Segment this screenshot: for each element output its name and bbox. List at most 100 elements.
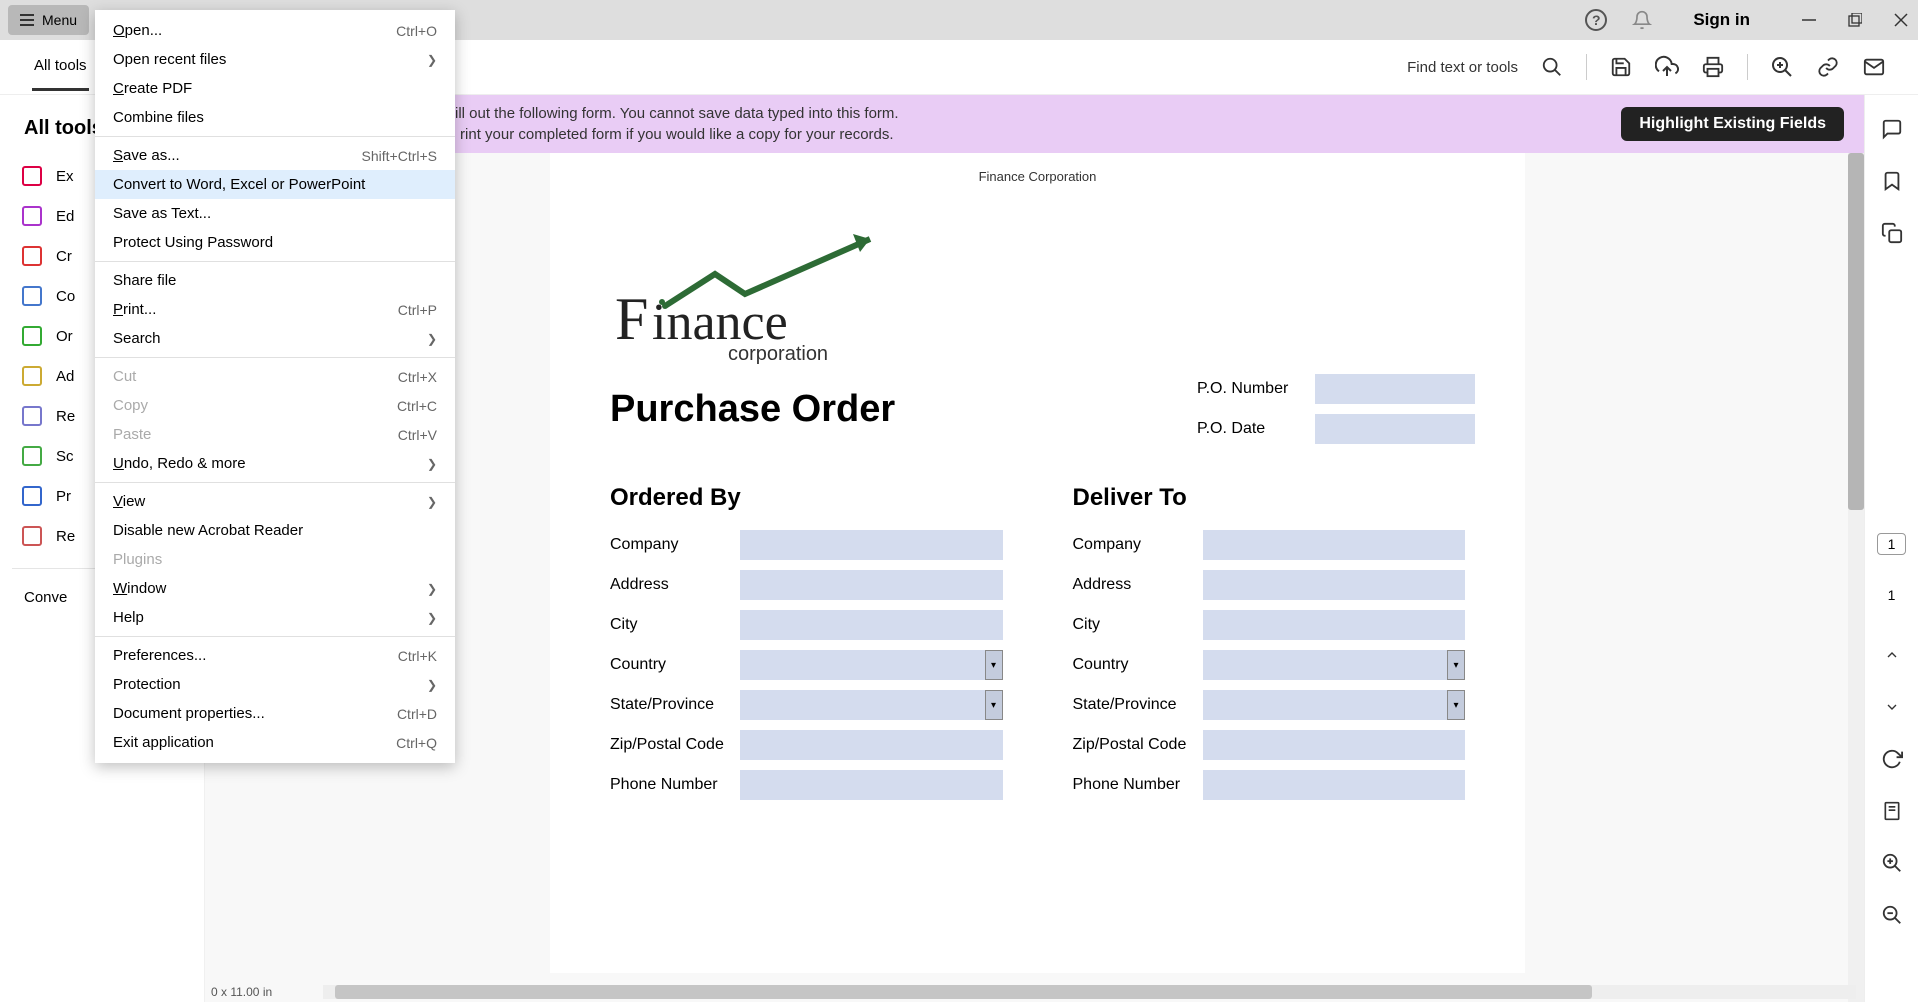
page-dimensions: 0 x 11.00 in: [205, 985, 315, 999]
print-icon[interactable]: [1701, 55, 1725, 79]
menu-shortcut: Ctrl+O: [396, 23, 437, 39]
ob-city-field[interactable]: [740, 610, 1003, 640]
menu-item-exit-application[interactable]: Exit applicationCtrl+Q: [95, 728, 455, 757]
ob-company-field[interactable]: [740, 530, 1003, 560]
page-up-icon[interactable]: [1880, 643, 1904, 667]
menu-item-label: Create PDF: [113, 80, 437, 97]
menu-item-label: Share file: [113, 272, 437, 289]
menu-item-share-file[interactable]: Share file: [95, 266, 455, 295]
tool-label: Cr: [56, 248, 72, 265]
page-number-input[interactable]: 1: [1877, 533, 1907, 555]
dt-city-field[interactable]: [1203, 610, 1466, 640]
menu-item-window[interactable]: Window❯: [95, 574, 455, 603]
page-fit-icon[interactable]: [1880, 799, 1904, 823]
dt-address-field[interactable]: [1203, 570, 1466, 600]
tool-icon: [22, 526, 42, 546]
menu-item-label: Preferences...: [113, 647, 398, 664]
po-date-field[interactable]: [1315, 414, 1475, 444]
menu-item-view[interactable]: View❯: [95, 487, 455, 516]
chevron-right-icon: ❯: [427, 678, 437, 692]
mail-icon[interactable]: [1862, 55, 1886, 79]
comment-icon[interactable]: [1880, 117, 1904, 141]
menu-item-save-as-text[interactable]: Save as Text...: [95, 199, 455, 228]
menu-item-preferences[interactable]: Preferences...Ctrl+K: [95, 641, 455, 670]
ob-address-field[interactable]: [740, 570, 1003, 600]
dt-phone-field[interactable]: [1203, 770, 1466, 800]
tool-label: Sc: [56, 448, 74, 465]
signin-link[interactable]: Sign in: [1693, 10, 1750, 30]
menu-item-open[interactable]: Open...Ctrl+O: [95, 16, 455, 45]
ob-zip-field[interactable]: [740, 730, 1003, 760]
ordered-by-title: Ordered By: [610, 484, 1003, 512]
hamburger-icon: [20, 14, 34, 26]
po-number-field[interactable]: [1315, 374, 1475, 404]
pdf-page: Finance Corporation F inance corporation…: [550, 153, 1525, 973]
dt-state-select[interactable]: ▾: [1203, 690, 1466, 720]
chevron-right-icon: ❯: [427, 457, 437, 471]
chevron-right-icon: ❯: [427, 611, 437, 625]
dt-zip-field[interactable]: [1203, 730, 1466, 760]
menu-item-label: Paste: [113, 426, 398, 443]
company-logo: F inance corporation: [610, 234, 1465, 364]
menu-item-combine-files[interactable]: Combine files: [95, 103, 455, 132]
menu-item-label: Open recent files: [113, 51, 427, 68]
zoom-plus-icon[interactable]: [1770, 55, 1794, 79]
menu-item-search[interactable]: Search❯: [95, 324, 455, 353]
menu-item-document-properties[interactable]: Document properties...Ctrl+D: [95, 699, 455, 728]
chevron-down-icon: ▾: [985, 650, 1003, 680]
po-number-label: P.O. Number: [1197, 380, 1297, 398]
maximize-icon[interactable]: [1846, 11, 1864, 29]
menu-item-save-as[interactable]: Save as...Shift+Ctrl+S: [95, 141, 455, 170]
chevron-right-icon: ❯: [427, 332, 437, 346]
menu-shortcut: Ctrl+X: [398, 369, 437, 385]
tab-all-tools[interactable]: All tools: [32, 43, 89, 91]
search-icon[interactable]: [1540, 55, 1564, 79]
doc-company-header: Finance Corporation: [610, 169, 1465, 184]
menu-shortcut: Ctrl+P: [398, 302, 437, 318]
deliver-to-title: Deliver To: [1073, 484, 1466, 512]
ob-phone-field[interactable]: [740, 770, 1003, 800]
dt-company-field[interactable]: [1203, 530, 1466, 560]
ob-country-select[interactable]: ▾: [740, 650, 1003, 680]
menu-item-disable-new-acrobat-reader[interactable]: Disable new Acrobat Reader: [95, 516, 455, 545]
menu-item-label: Convert to Word, Excel or PowerPoint: [113, 176, 437, 193]
zoom-in-icon[interactable]: [1880, 851, 1904, 875]
link-icon[interactable]: [1816, 55, 1840, 79]
copy-icon[interactable]: [1880, 221, 1904, 245]
menu-item-protect-using-password[interactable]: Protect Using Password: [95, 228, 455, 257]
vertical-scrollbar[interactable]: [1848, 153, 1864, 1002]
rotate-icon[interactable]: [1880, 747, 1904, 771]
page-down-icon[interactable]: [1880, 695, 1904, 719]
bell-icon[interactable]: [1629, 7, 1655, 33]
menu-item-print[interactable]: Print...Ctrl+P: [95, 295, 455, 324]
menu-item-label: Help: [113, 609, 427, 626]
menu-shortcut: Shift+Ctrl+S: [362, 148, 437, 164]
help-icon[interactable]: ?: [1583, 7, 1609, 33]
upload-cloud-icon[interactable]: [1655, 55, 1679, 79]
tool-label: Ad: [56, 368, 74, 385]
svg-text:corporation: corporation: [728, 343, 828, 364]
menu-item-undo-redo-more[interactable]: Undo, Redo & more❯: [95, 449, 455, 478]
menu-item-help[interactable]: Help❯: [95, 603, 455, 632]
warn-line2: rint your completed form if you would li…: [455, 124, 899, 145]
menu-item-create-pdf[interactable]: Create PDF: [95, 74, 455, 103]
close-icon[interactable]: [1892, 11, 1910, 29]
minimize-icon[interactable]: [1800, 11, 1818, 29]
horizontal-scrollbar[interactable]: [323, 985, 1856, 999]
tool-label: Ed: [56, 208, 74, 225]
menu-item-protection[interactable]: Protection❯: [95, 670, 455, 699]
zoom-out-icon[interactable]: [1880, 903, 1904, 927]
menu-button[interactable]: Menu: [8, 5, 89, 35]
highlight-fields-button[interactable]: Highlight Existing Fields: [1621, 107, 1844, 141]
menu-item-open-recent-files[interactable]: Open recent files❯: [95, 45, 455, 74]
ob-state-select[interactable]: ▾: [740, 690, 1003, 720]
menu-shortcut: Ctrl+Q: [396, 735, 437, 751]
menu-shortcut: Ctrl+C: [397, 398, 437, 414]
dt-country-select[interactable]: ▾: [1203, 650, 1466, 680]
menu-item-copy: CopyCtrl+C: [95, 391, 455, 420]
svg-text:F: F: [615, 286, 648, 352]
save-icon[interactable]: [1609, 55, 1633, 79]
menu-item-label: Open...: [113, 22, 396, 39]
menu-item-convert-to-word-excel-or-powerpoint[interactable]: Convert to Word, Excel or PowerPoint: [95, 170, 455, 199]
bookmark-icon[interactable]: [1880, 169, 1904, 193]
